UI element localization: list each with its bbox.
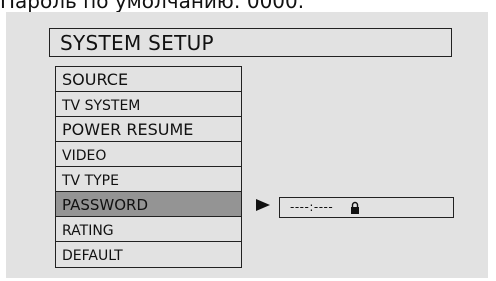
menu-title: SYSTEM SETUP bbox=[60, 31, 214, 55]
menu-item-label: SOURCE bbox=[62, 70, 129, 89]
page-caption: Пароль по умолчанию: 0000. bbox=[0, 0, 305, 12]
menu-item-label: POWER RESUME bbox=[62, 120, 194, 139]
menu-item-video[interactable]: VIDEO bbox=[56, 142, 241, 167]
menu-item-tv-system[interactable]: TV SYSTEM bbox=[56, 92, 241, 117]
menu-item-default[interactable]: DEFAULT bbox=[56, 242, 241, 267]
menu-item-label: DEFAULT bbox=[62, 248, 123, 264]
password-value: ----:---- bbox=[290, 200, 334, 214]
menu-item-password[interactable]: PASSWORD bbox=[56, 192, 241, 217]
lock-icon bbox=[351, 201, 359, 214]
menu-item-label: RATING bbox=[62, 223, 114, 239]
menu-item-power-resume[interactable]: POWER RESUME bbox=[56, 117, 241, 142]
menu-item-label: PASSWORD bbox=[62, 196, 149, 214]
menu-title-box: SYSTEM SETUP bbox=[49, 28, 452, 57]
menu-item-label: TV TYPE bbox=[62, 173, 119, 189]
menu-item-label: VIDEO bbox=[62, 148, 107, 164]
menu-item-rating[interactable]: RATING bbox=[56, 217, 241, 242]
password-field[interactable]: ----:---- bbox=[279, 197, 454, 218]
setup-menu: SOURCE TV SYSTEM POWER RESUME VIDEO TV T… bbox=[55, 66, 242, 268]
menu-item-tv-type[interactable]: TV TYPE bbox=[56, 167, 241, 192]
menu-item-source[interactable]: SOURCE bbox=[56, 67, 241, 92]
selection-arrow-icon bbox=[256, 199, 270, 211]
menu-item-label: TV SYSTEM bbox=[62, 98, 141, 114]
